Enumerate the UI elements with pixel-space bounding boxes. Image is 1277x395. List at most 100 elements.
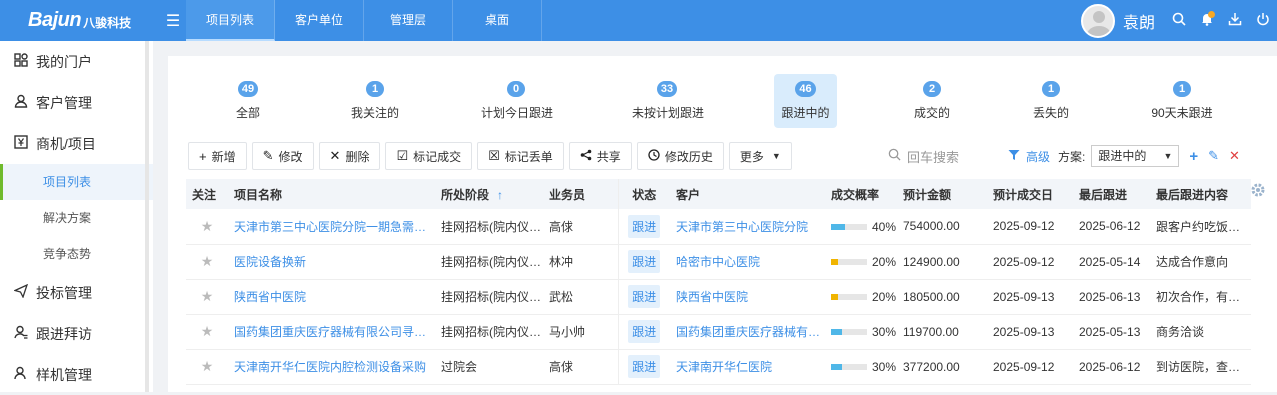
sidebar-item-label: 投标管理 bbox=[36, 284, 92, 301]
col-customer[interactable]: 客户 bbox=[670, 179, 825, 209]
col-stage[interactable]: 所处阶段 ↑ bbox=[435, 179, 543, 209]
sidebar-sub-competition[interactable]: 竞争态势 bbox=[0, 236, 153, 272]
col-probability[interactable]: 成交概率 bbox=[825, 179, 897, 209]
sidebar-item-samples[interactable]: 样机管理 bbox=[0, 354, 153, 395]
amount-cell: 124900.00 bbox=[897, 244, 987, 280]
stat-following[interactable]: 1 我关注的 bbox=[340, 74, 410, 128]
stat-lost[interactable]: 1 丢失的 bbox=[1016, 74, 1086, 128]
sidebar-item-opportunity[interactable]: 商机/项目 bbox=[0, 123, 153, 164]
probability-progress: 20% bbox=[831, 290, 896, 304]
last-follow-cell: 2025-05-13 bbox=[1073, 314, 1150, 350]
table-row[interactable]: ★ 国药集团重庆医疗器械有限公司寻找… 挂网招标(院内仪标) 马小帅 跟进 国药集团重庆医… bbox=[186, 314, 1251, 350]
tab-project-list[interactable]: 项目列表 bbox=[186, 0, 275, 41]
col-follow[interactable]: 关注 bbox=[186, 179, 228, 209]
delete-button[interactable]: ✕ 删除 bbox=[318, 142, 381, 170]
plan-value: 跟进中的 bbox=[1098, 149, 1147, 163]
table-row[interactable]: ★ 天津市第三中心医院分院一期急需品… 挂网招标(院内仪标) 高俅 跟进 天津市第三中心医… bbox=[186, 209, 1251, 245]
tab-desktop[interactable]: 桌面 bbox=[453, 0, 542, 41]
star-icon[interactable]: ★ bbox=[186, 244, 228, 280]
sidebar-item-my-portal[interactable]: 我的门户 bbox=[0, 41, 153, 82]
add-plan-icon[interactable]: + bbox=[1189, 148, 1198, 165]
stat-plan-today[interactable]: 0 计划今日跟进 bbox=[481, 74, 553, 128]
advanced-label: 高级 bbox=[1026, 149, 1051, 164]
table-row[interactable]: ★ 医院设备换新 挂网招标(院内仪标) 林冲 跟进 哈密市中心医院 20% 124900.00… bbox=[186, 244, 1251, 280]
col-last-follow[interactable]: 最后跟进 bbox=[1073, 179, 1150, 209]
sort-asc-icon[interactable]: ↑ bbox=[497, 188, 503, 202]
stat-all[interactable]: 49 全部 bbox=[213, 74, 283, 128]
more-button[interactable]: 更多 ▼ bbox=[728, 142, 792, 170]
last-follow-cell: 2025-06-12 bbox=[1073, 349, 1150, 385]
col-last-content[interactable]: 最后跟进内容 bbox=[1150, 179, 1251, 209]
top-right-area: 袁朗 bbox=[1080, 0, 1277, 41]
status-badge: 跟进 bbox=[628, 214, 661, 238]
more-label: 更多 bbox=[739, 149, 764, 164]
tab-management[interactable]: 管理层 bbox=[364, 0, 453, 41]
customer-link[interactable]: 陕西省中医院 bbox=[670, 279, 825, 315]
avatar[interactable] bbox=[1080, 3, 1115, 38]
probability-label: 30% bbox=[872, 360, 897, 374]
edit-button[interactable]: ✎ 修改 bbox=[251, 142, 314, 170]
customer-link[interactable]: 天津南开华仁医院 bbox=[670, 349, 825, 385]
search-input[interactable]: 回车搜索 bbox=[888, 142, 998, 170]
stat-90days[interactable]: 1 90天未跟进 bbox=[1147, 74, 1217, 128]
stat-won[interactable]: 2 成交的 bbox=[897, 74, 967, 128]
sidebar-item-visits[interactable]: 跟进拜访 bbox=[0, 313, 153, 354]
project-name-link[interactable]: 国药集团重庆医疗器械有限公司寻找… bbox=[228, 314, 435, 350]
progress-track bbox=[831, 294, 867, 300]
history-button[interactable]: 修改历史 bbox=[636, 142, 724, 170]
power-icon[interactable] bbox=[1249, 12, 1277, 29]
status-badge: 跟进 bbox=[628, 250, 661, 273]
tab-customer-units[interactable]: 客户单位 bbox=[275, 0, 364, 41]
sidebar-sub-solutions[interactable]: 解决方案 bbox=[0, 200, 153, 236]
search-icon bbox=[888, 148, 901, 164]
col-expected-date[interactable]: 预计成交日 bbox=[987, 179, 1073, 209]
project-name-link[interactable]: 天津南开华仁医院内腔检测设备采购 bbox=[228, 349, 435, 385]
advanced-filter-button[interactable]: 高级 bbox=[1008, 148, 1050, 165]
customer-link[interactable]: 哈密市中心医院 bbox=[670, 244, 825, 280]
mark-won-button[interactable]: ☑ 标记成交 bbox=[385, 142, 473, 170]
customer-link[interactable]: 国药集团重庆医疗器械有限… bbox=[670, 314, 825, 350]
download-icon[interactable] bbox=[1221, 12, 1249, 29]
progress-track bbox=[831, 364, 867, 370]
stat-not-on-plan[interactable]: 33 未按计划跟进 bbox=[632, 74, 704, 128]
gear-icon[interactable] bbox=[1250, 182, 1266, 203]
plan-select[interactable]: 跟进中的 ▼ bbox=[1091, 145, 1180, 167]
visit-icon bbox=[14, 325, 36, 342]
table-row[interactable]: ★ 天津南开华仁医院内腔检测设备采购 过院会 高俅 跟进 天津南开华仁医院 30% 37720… bbox=[186, 349, 1251, 385]
sidebar-item-bidding[interactable]: 投标管理 bbox=[0, 272, 153, 313]
star-icon[interactable]: ★ bbox=[186, 349, 228, 385]
stat-in-progress[interactable]: 46 跟进中的 bbox=[774, 74, 837, 128]
project-name-link[interactable]: 天津市第三中心医院分院一期急需品… bbox=[228, 209, 435, 245]
project-name-link[interactable]: 陕西省中医院 bbox=[228, 279, 435, 315]
edit-plan-icon[interactable]: ✎ bbox=[1208, 148, 1219, 164]
star-icon[interactable]: ★ bbox=[186, 314, 228, 350]
table-row[interactable]: ★ 陕西省中医院 挂网招标(院内仪标) 武松 跟进 陕西省中医院 20% 180500.00 2… bbox=[186, 279, 1251, 315]
delete-plan-icon[interactable]: ✕ bbox=[1229, 148, 1240, 164]
col-project-name[interactable]: 项目名称 bbox=[228, 179, 435, 209]
expected-date-cell: 2025-09-12 bbox=[987, 244, 1073, 280]
col-sales[interactable]: 业务员 bbox=[543, 179, 618, 209]
last-content-cell: 初次合作，有意向 bbox=[1150, 279, 1251, 315]
sales-cell: 高俅 bbox=[543, 209, 618, 245]
hamburger-menu-icon[interactable]: ☰ bbox=[160, 11, 186, 31]
customer-link[interactable]: 天津市第三中心医院分院 bbox=[670, 209, 825, 245]
col-amount[interactable]: 预计金额 bbox=[897, 179, 987, 209]
sidebar-sub-project-list[interactable]: 项目列表 bbox=[0, 164, 153, 200]
sidebar-scrollbar[interactable] bbox=[145, 41, 149, 392]
search-icon[interactable] bbox=[1165, 12, 1193, 29]
logo[interactable]: Bajun 八骏科技 bbox=[0, 0, 160, 41]
delete-label: 删除 bbox=[345, 149, 370, 164]
star-icon[interactable]: ★ bbox=[186, 209, 228, 245]
bell-icon[interactable] bbox=[1193, 11, 1221, 29]
filter-icon bbox=[1008, 149, 1020, 164]
mark-lost-button[interactable]: ☒ 标记丢单 bbox=[477, 142, 564, 170]
star-icon[interactable]: ★ bbox=[186, 279, 228, 315]
project-name-link[interactable]: 医院设备换新 bbox=[228, 244, 435, 280]
add-button[interactable]: + 新增 bbox=[188, 142, 247, 170]
stat-count: 46 bbox=[795, 81, 816, 97]
probability-label: 20% bbox=[872, 255, 897, 269]
username[interactable]: 袁朗 bbox=[1123, 9, 1155, 33]
share-button[interactable]: 共享 bbox=[568, 142, 632, 170]
sidebar-item-customer-mgmt[interactable]: 客户管理 bbox=[0, 82, 153, 123]
col-status[interactable]: 状态 bbox=[617, 179, 670, 209]
